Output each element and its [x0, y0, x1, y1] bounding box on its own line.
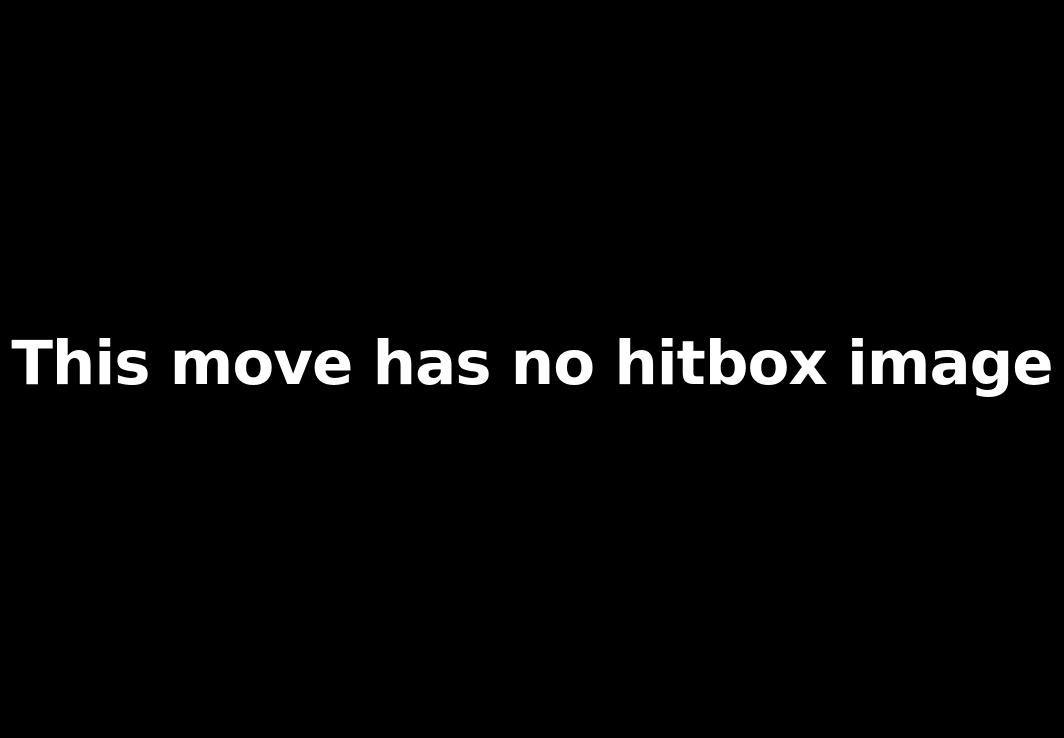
placeholder-canvas: This move has no hitbox image: [0, 0, 1064, 738]
no-hitbox-message: This move has no hitbox image: [11, 328, 1053, 399]
